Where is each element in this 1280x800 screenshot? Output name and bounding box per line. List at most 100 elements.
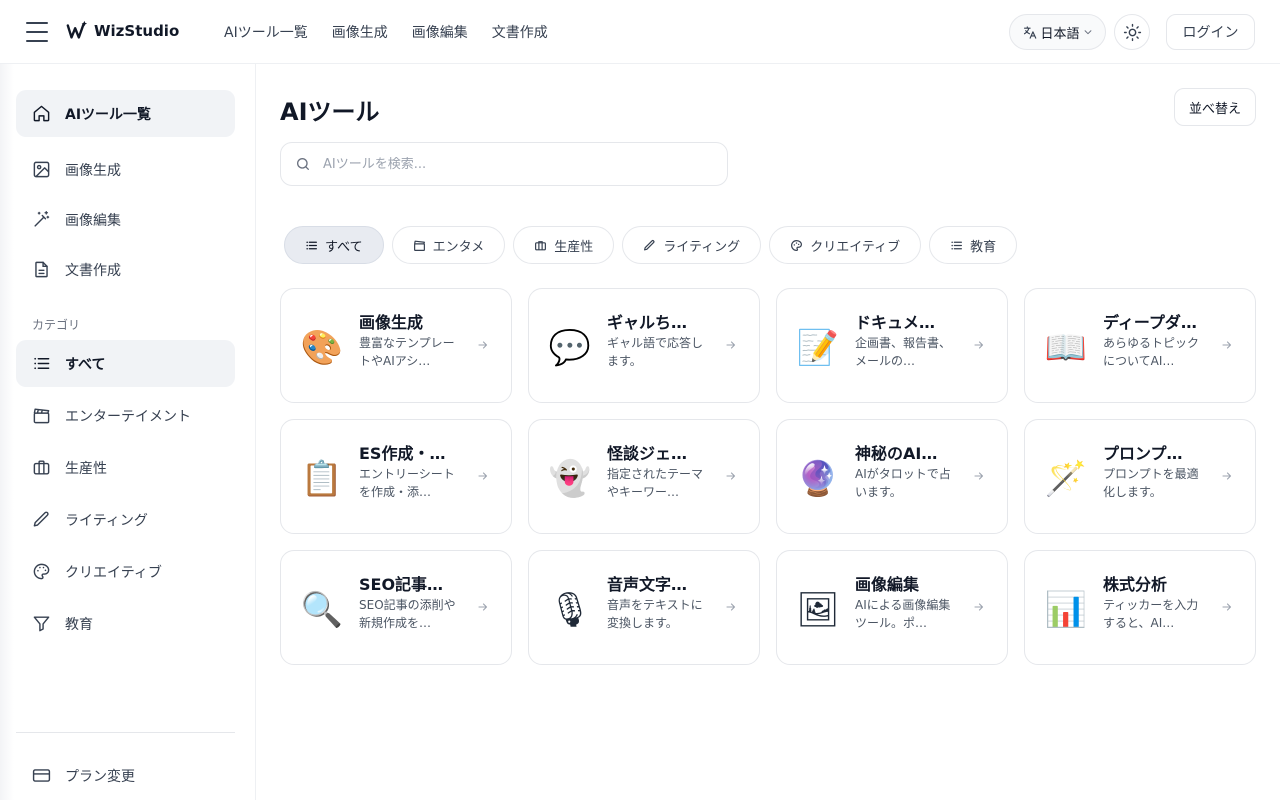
- language-selector[interactable]: 日本語: [1009, 14, 1106, 50]
- sidebar-item-image-editing[interactable]: 画像編集: [16, 196, 235, 243]
- tool-icon: 🎙: [548, 590, 592, 630]
- tool-description: AIによる画像編集ツール。ポ…: [855, 598, 951, 630]
- chip-creative[interactable]: クリエイティブ: [769, 226, 922, 264]
- tool-title: 神秘のAI…: [855, 444, 938, 463]
- sidebar: AIツール一覧 画像生成 画像編集 文書作成 カテゴリ すべて エンターテイメン…: [0, 64, 256, 800]
- chip-label: クリエイティブ: [810, 239, 901, 255]
- search-icon: [297, 158, 309, 170]
- sun-icon: [1123, 23, 1141, 41]
- arrow-right-icon: [1222, 472, 1232, 480]
- sidebar-item-all[interactable]: すべて: [16, 340, 235, 387]
- tool-icon: 🔮: [796, 459, 840, 499]
- tool-description: あらゆるトピックについてAI…: [1103, 336, 1200, 368]
- tool-title: 音声文字…: [607, 575, 688, 594]
- nav-image-editing[interactable]: 画像編集: [412, 22, 468, 42]
- theme-toggle-button[interactable]: [1114, 14, 1150, 50]
- briefcase-icon: [535, 240, 547, 250]
- filter-icon: [33, 616, 50, 632]
- sidebar-item-plan-change[interactable]: プラン変更: [16, 752, 235, 799]
- arrow-right-icon: [726, 341, 736, 349]
- sidebar-item-creative[interactable]: クリエイティブ: [16, 548, 235, 595]
- sidebar-item-productivity[interactable]: 生産性: [16, 444, 235, 491]
- nav-image-generation[interactable]: 画像生成: [332, 22, 388, 42]
- tool-icon: 🔍: [300, 590, 344, 630]
- chip-education[interactable]: 教育: [929, 226, 1018, 264]
- tool-description: SEO記事の添削や新規作成を…: [359, 598, 456, 630]
- sidebar-item-label: 生産性: [65, 460, 107, 477]
- sidebar-item-document-creation[interactable]: 文書作成: [16, 246, 235, 293]
- menu-icon[interactable]: [26, 22, 48, 42]
- tool-card-es-creation[interactable]: 📋 ES作成・… エントリーシートを作成・添…: [280, 419, 512, 534]
- tool-icon: 📊: [1044, 590, 1088, 630]
- logo-text: WizStudio: [94, 22, 180, 40]
- tool-icon: 📋: [300, 459, 344, 499]
- tool-card-gal-chat[interactable]: 💬 ギャルち… ギャル語で応答します。: [528, 288, 760, 403]
- tool-icon: 🎨: [300, 328, 344, 368]
- tool-description: 音声をテキストに変換します。: [607, 598, 703, 630]
- arrow-right-icon: [726, 603, 736, 611]
- sidebar-item-writing[interactable]: ライティング: [16, 496, 235, 543]
- tool-card-ghost-story[interactable]: 👻 怪談ジェ… 指定されたテーマやキーワー…: [528, 419, 760, 534]
- tool-card-document[interactable]: 📝 ドキュメ… 企画書、報告書、メールの…: [776, 288, 1008, 403]
- chip-entertainment[interactable]: エンタメ: [391, 226, 506, 264]
- tool-card-image-generation[interactable]: 🎨 画像生成 豊富なテンプレートやAIアシ…: [280, 288, 512, 403]
- tool-description: 指定されたテーマやキーワー…: [607, 467, 704, 499]
- tool-card-speech-to-text[interactable]: 🎙 音声文字… 音声をテキストに変換します。: [528, 550, 760, 665]
- tool-description: プロンプトを最適化します。: [1103, 467, 1199, 499]
- list-icon: [951, 240, 963, 250]
- arrow-right-icon: [478, 472, 488, 480]
- top-header: WizStudio AIツール一覧 画像生成 画像編集 文書作成 日本語 ログイ…: [0, 0, 1280, 64]
- login-button[interactable]: ログイン: [1166, 14, 1255, 50]
- chip-writing[interactable]: ライティング: [622, 226, 762, 264]
- sidebar-item-label: クリエイティブ: [65, 564, 162, 581]
- tool-icon: 💬: [548, 328, 592, 368]
- arrow-right-icon: [478, 341, 488, 349]
- sidebar-item-label: 教育: [65, 616, 93, 633]
- tool-card-deep-dive[interactable]: 📖 ディープダ… あらゆるトピックについてAI…: [1024, 288, 1256, 403]
- arrow-right-icon: [1222, 341, 1232, 349]
- sidebar-item-image-generation[interactable]: 画像生成: [16, 146, 235, 193]
- chip-all[interactable]: すべて: [284, 226, 384, 264]
- pencil-icon: [33, 511, 49, 527]
- sidebar-item-ai-tools[interactable]: AIツール一覧: [16, 90, 235, 137]
- tool-title: ES作成・…: [359, 444, 446, 463]
- tool-card-stock-analysis[interactable]: 📊 株式分析ティッカーを入力すると、AI…: [1024, 550, 1256, 665]
- tool-card-seo-article[interactable]: 🔍 SEO記事… SEO記事の添削や新規作成を…: [280, 550, 512, 665]
- tool-card-tarot[interactable]: 🔮 神秘のAI… AIがタロットで占います。: [776, 419, 1008, 534]
- palette-icon: [791, 239, 803, 251]
- tool-card-prompt-optimizer[interactable]: 🪄 プロンプ… プロンプトを最適化します。: [1024, 419, 1256, 534]
- logo[interactable]: WizStudio: [66, 20, 179, 42]
- sidebar-item-label: 画像生成: [65, 162, 121, 179]
- category-filter-chips: すべて エンタメ 生産性 ライティング クリエイティブ 教育: [284, 226, 1018, 264]
- sidebar-item-entertainment[interactable]: エンターテイメント: [16, 392, 235, 439]
- sidebar-item-education[interactable]: 教育: [16, 600, 235, 647]
- language-label: 日本語: [1040, 26, 1080, 42]
- tool-title: ドキュメ…: [855, 313, 936, 332]
- tool-title: 株式分析: [1103, 575, 1168, 594]
- sidebar-item-label: ライティング: [65, 512, 148, 529]
- chip-productivity[interactable]: 生産性: [513, 226, 615, 264]
- tool-icon: 👻: [548, 459, 592, 499]
- arrow-right-icon: [974, 472, 984, 480]
- sidebar-item-label: プラン変更: [65, 768, 135, 785]
- list-icon: [306, 240, 317, 250]
- nav-document-creation[interactable]: 文書作成: [492, 22, 548, 42]
- chip-label: ライティング: [663, 239, 741, 255]
- tool-description: ティッカーを入力すると、AI…: [1103, 598, 1199, 630]
- pencil-icon: [644, 239, 655, 250]
- nav-ai-tools[interactable]: AIツール一覧: [224, 22, 308, 42]
- sidebar-divider: [16, 732, 235, 733]
- search-input[interactable]: [323, 156, 693, 172]
- list-icon: [34, 357, 50, 370]
- sort-button[interactable]: 並べ替え: [1174, 88, 1256, 126]
- tool-description: AIがタロットで占います。: [855, 467, 951, 499]
- arrow-right-icon: [1222, 603, 1232, 611]
- tool-description: エントリーシートを作成・添…: [359, 467, 455, 499]
- chip-label: すべて: [325, 239, 363, 255]
- tool-icon: 🖼: [796, 590, 840, 630]
- tool-card-image-editing[interactable]: 🖼 画像編集 AIによる画像編集ツール。ポ…: [776, 550, 1008, 665]
- arrow-right-icon: [726, 472, 736, 480]
- tool-title: ギャルち…: [607, 313, 688, 332]
- chip-label: 生産性: [554, 239, 594, 255]
- clapperboard-icon: [33, 408, 50, 424]
